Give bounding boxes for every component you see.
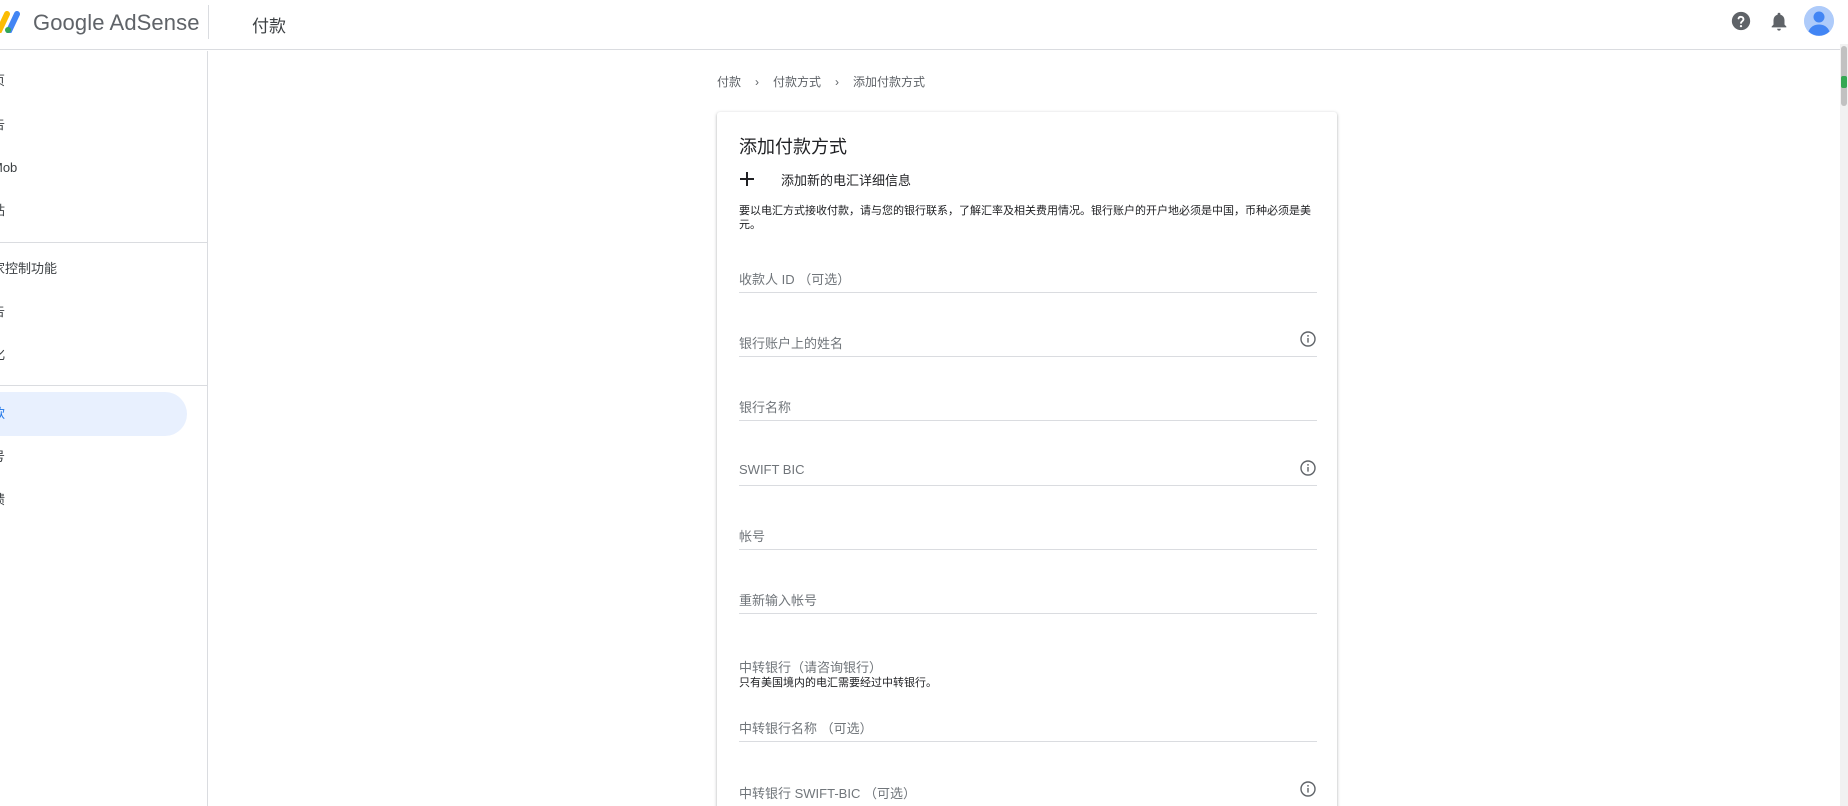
account-number-input[interactable] <box>739 518 1317 549</box>
navigation-sidebar: 页 告 Mob 站 家控制功能 告 化 款 号 馈 <box>0 51 208 806</box>
bank-name-field[interactable]: 银行名称 <box>739 389 1317 421</box>
confirm-account-number-field[interactable]: 重新输入帐号 <box>739 582 1317 614</box>
confirm-account-number-input[interactable] <box>739 582 1317 613</box>
breadcrumb-separator: › <box>835 74 840 89</box>
sidebar-item-label: 款 <box>0 392 5 436</box>
wire-transfer-description: 要以电汇方式接收付款，请与您的银行联系，了解汇率及相关费用情况。银行账户的开户地… <box>739 205 1311 231</box>
breadcrumb-payments[interactable]: 付款 <box>717 73 741 90</box>
swift-bic-field[interactable]: SWIFT BIC <box>739 454 1317 486</box>
card-title: 添加付款方式 <box>739 137 847 157</box>
bank-name-input[interactable] <box>739 389 1317 420</box>
sidebar-item-optimization[interactable]: 化 <box>0 333 187 377</box>
sidebar-item-label: 站 <box>0 189 5 233</box>
adsense-app: Google AdSense 付款 页 告 Mob 站 家控制功能 告 化 <box>0 0 1848 806</box>
account-avatar[interactable] <box>1804 6 1834 36</box>
intermediary-bank-hint: 只有美国境内的电汇需要经过中转银行。 <box>739 677 937 689</box>
scrollbar-marker <box>1841 76 1847 88</box>
intermediary-swift-field[interactable]: 中转银行 SWIFT-BIC （可选） <box>739 775 1317 806</box>
person-icon <box>1804 6 1834 36</box>
swift-bic-input[interactable] <box>739 454 1317 485</box>
intermediary-bank-name-field[interactable]: 中转银行名称 （可选） <box>739 710 1317 742</box>
breadcrumb: 付款 › 付款方式 › 添加付款方式 <box>717 73 925 90</box>
info-icon[interactable] <box>1300 460 1316 476</box>
sidebar-item-label: Mob <box>0 160 18 175</box>
intermediary-swift-input[interactable] <box>739 775 1317 806</box>
sidebar-item-sites[interactable]: 站 <box>0 189 187 233</box>
top-app-bar: Google AdSense 付款 <box>0 0 1848 50</box>
breadcrumb-payment-methods[interactable]: 付款方式 <box>773 73 821 90</box>
account-number-field[interactable]: 帐号 <box>739 518 1317 550</box>
add-wire-transfer-label: 添加新的电汇详细信息 <box>781 172 912 188</box>
sidebar-item-label: 家控制功能 <box>0 261 58 276</box>
brand-name[interactable]: Google AdSense <box>33 10 200 36</box>
sidebar-item-label: 告 <box>0 103 5 147</box>
sidebar-item-account[interactable]: 号 <box>0 435 187 479</box>
sidebar-item-privacy-controls[interactable]: 家控制功能 <box>0 247 187 291</box>
help-icon[interactable] <box>1730 10 1752 32</box>
sidebar-item-reports[interactable]: 告 <box>0 290 187 334</box>
sidebar-item-label: 页 <box>0 59 5 103</box>
sidebar-divider <box>0 385 208 386</box>
account-name-input[interactable] <box>739 325 1317 356</box>
info-icon[interactable] <box>1300 781 1316 797</box>
adsense-logo-icon[interactable] <box>0 11 22 33</box>
sidebar-item-admob[interactable]: Mob <box>0 146 187 190</box>
sidebar-item-home[interactable]: 页 <box>0 59 187 103</box>
breadcrumb-add-payment-method: 添加付款方式 <box>853 75 926 89</box>
payee-id-input[interactable] <box>739 261 1317 292</box>
sidebar-divider <box>0 242 208 243</box>
sidebar-item-label: 馈 <box>0 478 5 522</box>
account-name-field[interactable]: 银行账户上的姓名 <box>739 325 1317 357</box>
page-scrollbar[interactable] <box>1840 44 1848 806</box>
plus-icon <box>739 171 755 187</box>
sidebar-item-feedback[interactable]: 馈 <box>0 478 187 522</box>
sidebar-item-ads[interactable]: 告 <box>0 103 187 147</box>
notifications-icon[interactable] <box>1768 10 1790 32</box>
add-wire-transfer-details-button[interactable]: 添加新的电汇详细信息 <box>739 169 911 189</box>
payee-id-field[interactable]: 收款人 ID （可选） <box>739 261 1317 293</box>
breadcrumb-separator: › <box>755 74 760 89</box>
add-payment-method-card: 添加付款方式 添加新的电汇详细信息 要以电汇方式接收付款，请与您的银行联系，了解… <box>717 112 1337 806</box>
sidebar-item-label: 号 <box>0 435 5 479</box>
topbar-divider <box>208 5 209 39</box>
page-title: 付款 <box>252 17 286 36</box>
info-icon[interactable] <box>1300 331 1316 347</box>
sidebar-item-payments[interactable]: 款 <box>0 392 187 436</box>
intermediary-bank-name-input[interactable] <box>739 710 1317 741</box>
sidebar-item-label: 告 <box>0 290 5 334</box>
sidebar-item-label: 化 <box>0 333 5 377</box>
